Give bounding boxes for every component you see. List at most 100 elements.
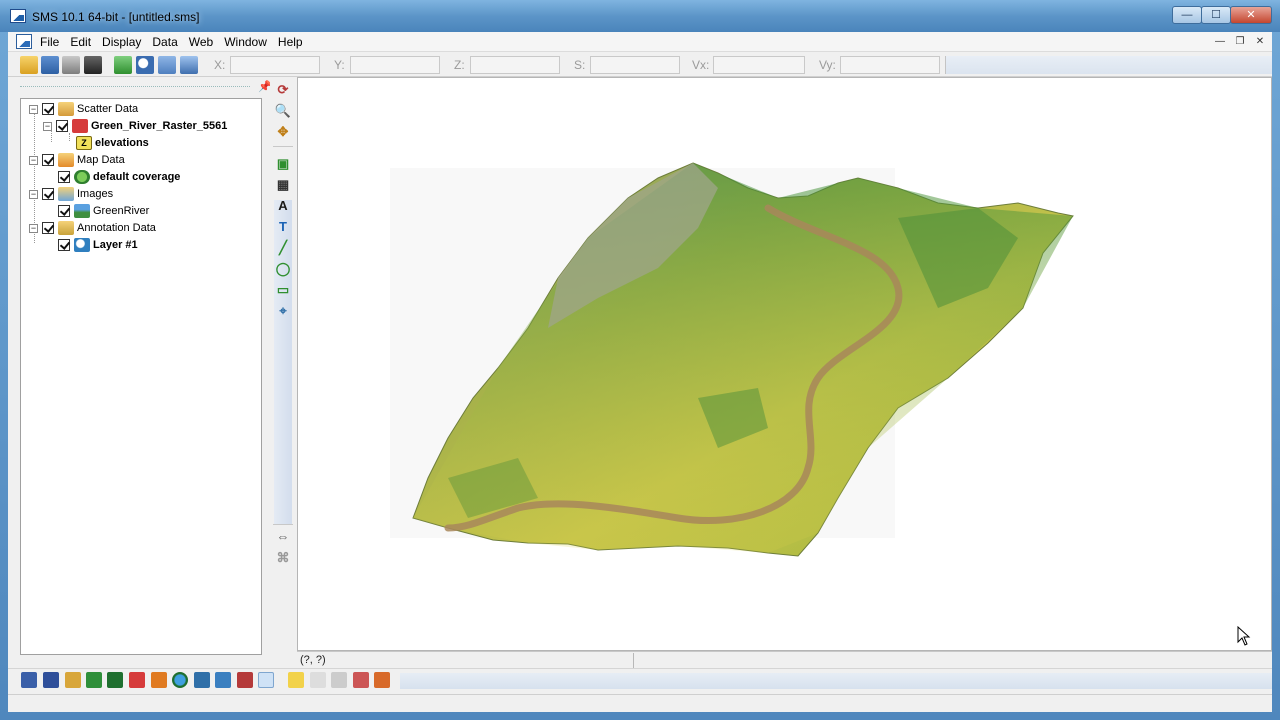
select-annotation-icon[interactable]: ⌖: [274, 302, 292, 320]
profile-module-icon[interactable]: [237, 672, 253, 688]
module-toolbar: [8, 668, 1272, 692]
collapse-icon[interactable]: −: [29, 189, 38, 199]
ellipse-tool-icon[interactable]: ◯: [274, 260, 292, 278]
print-icon[interactable]: [62, 56, 80, 74]
cursor-coordinates: (?, ?): [300, 654, 326, 666]
grid-icon[interactable]: ▦: [274, 176, 292, 194]
tree-item-label: Images: [77, 188, 114, 200]
menu-data[interactable]: Data: [152, 35, 183, 49]
rotate-icon[interactable]: ⟳: [274, 81, 292, 99]
vy-label: Vy:: [819, 58, 836, 72]
visibility-checkbox[interactable]: [42, 154, 54, 166]
z-field[interactable]: [470, 56, 560, 74]
scatter-module-icon[interactable]: [129, 672, 145, 688]
viewport-status: (?, ?): [297, 651, 1272, 669]
mesh2-module-icon[interactable]: [43, 672, 59, 688]
disabled-tool-icon: ⌘: [276, 550, 290, 565]
rectangle-tool-icon[interactable]: ▭: [274, 281, 292, 299]
visibility-checkbox[interactable]: [58, 239, 70, 251]
visibility-checkbox[interactable]: [42, 188, 54, 200]
text-tool-a-icon[interactable]: A: [274, 197, 292, 215]
menu-window[interactable]: Window: [224, 35, 273, 49]
doc-minimize-button[interactable]: —: [1212, 35, 1228, 49]
tree-item-annotation-data[interactable]: − Annotation Data: [29, 220, 156, 236]
tree-item-raster[interactable]: − Green_River_Raster_5561: [43, 118, 227, 134]
tree-item-layer-1[interactable]: Layer #1: [58, 237, 138, 253]
measure-icon[interactable]: [180, 56, 198, 74]
menu-display[interactable]: Display: [102, 35, 147, 49]
zoom-icon[interactable]: [136, 56, 154, 74]
minimize-button[interactable]: —: [1172, 6, 1202, 24]
sms-app-icon: [10, 9, 26, 23]
tree-item-label: elevations: [95, 137, 149, 149]
plot-icon[interactable]: [374, 672, 390, 688]
s-field[interactable]: [590, 56, 680, 74]
open-icon[interactable]: [20, 56, 38, 74]
tree-item-default-coverage[interactable]: default coverage: [58, 169, 180, 185]
menu-help[interactable]: Help: [278, 35, 309, 49]
gis-module-icon[interactable]: [172, 672, 188, 688]
save-icon[interactable]: [41, 56, 59, 74]
close-button[interactable]: ✕: [1230, 6, 1272, 24]
cartesian-grid-icon[interactable]: [86, 672, 102, 688]
x-field[interactable]: [230, 56, 320, 74]
visibility-checkbox[interactable]: [58, 171, 70, 183]
run-icon[interactable]: [331, 672, 347, 688]
x-label: X:: [214, 58, 226, 72]
tree-item-greenriver[interactable]: GreenRiver: [58, 203, 149, 219]
graphics-viewport[interactable]: [297, 77, 1272, 651]
coverage-icon: [74, 170, 90, 184]
tree-item-elevations[interactable]: Z elevations: [76, 135, 149, 151]
toolbar-strip: [945, 56, 1272, 74]
visibility-checkbox[interactable]: [42, 222, 54, 234]
get-info-icon[interactable]: [158, 56, 176, 74]
visibility-checkbox[interactable]: [56, 120, 68, 132]
visibility-checkbox[interactable]: [58, 205, 70, 217]
annotation-module-icon[interactable]: [258, 672, 274, 688]
title-bar[interactable]: SMS 10.1 64-bit - [untitled.sms] — ☐ ✕: [0, 0, 1280, 32]
refresh-icon[interactable]: [114, 56, 132, 74]
text-tool-icon[interactable]: T: [274, 218, 292, 236]
pin-icon[interactable]: 📌: [258, 80, 272, 93]
chart-module-icon[interactable]: [215, 672, 231, 688]
line-tool-icon[interactable]: ╱: [274, 239, 292, 257]
explorer-header: 📌: [20, 78, 272, 98]
doc-close-button[interactable]: ✕: [1252, 35, 1268, 49]
menu-file[interactable]: File: [40, 35, 65, 49]
collapse-icon[interactable]: −: [29, 104, 38, 114]
particle-module-icon[interactable]: [65, 672, 81, 688]
map-module-icon[interactable]: [151, 672, 167, 688]
network-module-icon[interactable]: [194, 672, 210, 688]
mesh-module-icon[interactable]: [21, 672, 37, 688]
menu-edit[interactable]: Edit: [70, 35, 97, 49]
toolbar-strip: [400, 673, 1272, 689]
visibility-checkbox[interactable]: [42, 103, 54, 115]
y-field[interactable]: [350, 56, 440, 74]
collapse-icon[interactable]: −: [29, 155, 38, 165]
status-bar: [8, 694, 1272, 712]
delete-icon[interactable]: [84, 56, 102, 74]
menu-web[interactable]: Web: [189, 35, 219, 49]
doc-restore-button[interactable]: ❐: [1232, 35, 1248, 49]
vx-label: Vx:: [692, 58, 710, 72]
vx-field[interactable]: [713, 56, 805, 74]
scatter-folder-icon: [58, 102, 74, 116]
document-icon[interactable]: [16, 34, 32, 49]
select-image-icon[interactable]: ▣: [274, 155, 292, 173]
collapse-icon[interactable]: −: [29, 223, 38, 233]
collapse-icon[interactable]: −: [43, 121, 52, 131]
tree-item-map-data[interactable]: − Map Data: [29, 152, 125, 168]
ruler-icon[interactable]: ⇔: [274, 528, 292, 546]
vy-field[interactable]: [840, 56, 940, 74]
tree-item-images[interactable]: − Images: [29, 186, 113, 202]
pan-icon[interactable]: ✥: [274, 123, 292, 141]
model-check-icon[interactable]: [353, 672, 369, 688]
layer-icon: [74, 238, 90, 252]
image-icon: [74, 204, 90, 218]
zoom-tool-icon[interactable]: 🔍: [274, 102, 292, 120]
maximize-button[interactable]: ☐: [1201, 6, 1231, 24]
disabled-step-icon: [310, 672, 326, 688]
bulb-icon[interactable]: [288, 672, 304, 688]
curvilinear-grid-icon[interactable]: [107, 672, 123, 688]
tree-item-scatter-data[interactable]: − Scatter Data: [29, 101, 138, 117]
